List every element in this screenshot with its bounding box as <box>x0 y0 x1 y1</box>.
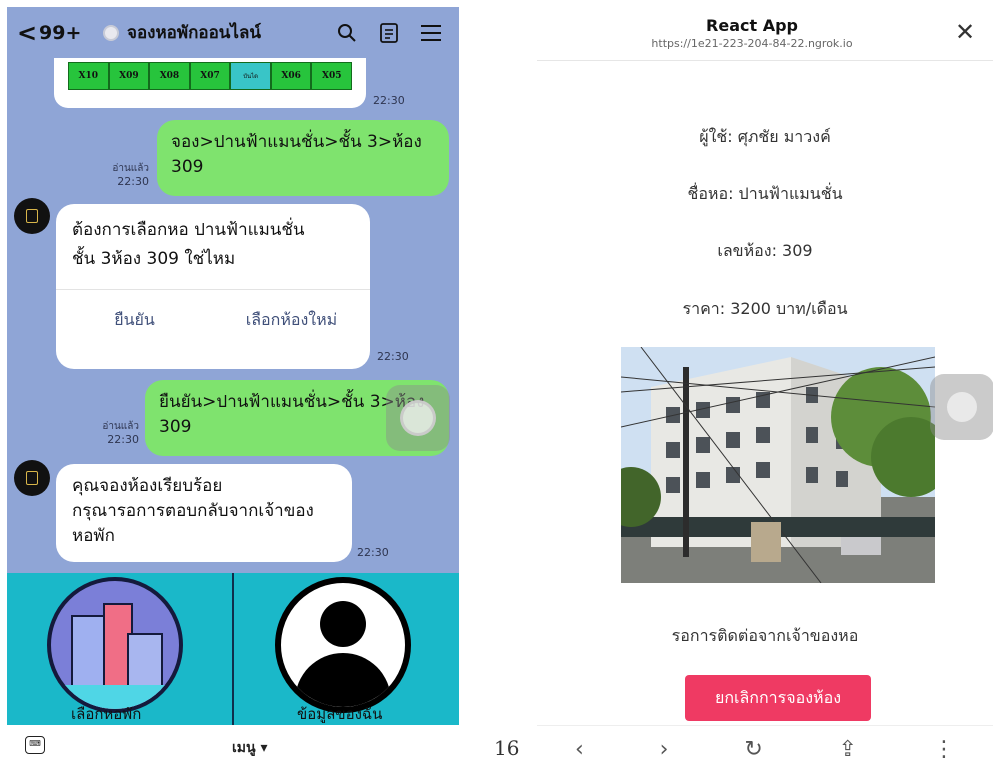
read-label: อ่านแล้ว <box>102 421 139 432</box>
message-text: จอง>ปานฟ้าแมนชั่น>ชั้น 3>ห้อง <box>171 132 422 152</box>
menu-toggle[interactable]: เมนู ▾ <box>232 737 268 759</box>
read-receipt: อ่านแล้ว 22:30 <box>91 420 139 446</box>
chat-messages: X10 X09 X08 X07 บันได X06 X05 22:30 อ่าน… <box>7 58 459 573</box>
bot-message-bubble[interactable]: คุณจองห้องเรียบร้อย กรุณารอการตอบกลับจาก… <box>56 464 352 562</box>
keyboard-icon[interactable]: ⌨ <box>25 736 45 754</box>
more-options-icon[interactable]: ⋮ <box>933 737 955 762</box>
seat-map-row: X10 X09 X08 X07 บันได X06 X05 <box>68 62 353 90</box>
back-icon[interactable]: ‹ <box>575 737 584 762</box>
confirm-line: ต้องการเลือกหอ ปานฟ้าแมนชั่น <box>72 220 305 240</box>
line-chat-window: < 99+ จองหอพักออนไลน์ X10 X09 X08 X07 บั… <box>7 7 459 765</box>
search-icon[interactable] <box>329 18 365 48</box>
bot-avatar[interactable] <box>14 460 50 496</box>
assistive-touch-button[interactable] <box>386 385 450 451</box>
close-icon[interactable]: ✕ <box>955 18 975 46</box>
seat-cell: X06 <box>270 62 312 90</box>
choose-dorm-label[interactable]: เลือกหอพัก <box>71 702 141 726</box>
confirm-button[interactable]: ยืนยัน <box>56 308 213 333</box>
chat-header: < 99+ จองหอพักออนไลน์ <box>7 7 459 58</box>
message-time: 22:30 <box>107 433 139 446</box>
back-chevron-icon[interactable]: < <box>17 19 37 47</box>
rich-menu-divider <box>232 573 234 725</box>
message-time: 22:30 <box>357 546 389 559</box>
seat-map-image-message[interactable]: X10 X09 X08 X07 บันได X06 X05 <box>54 58 366 108</box>
price-line: ราคา: 3200 บาท/เดือน <box>682 299 848 318</box>
page-title: React App <box>706 16 798 35</box>
read-label: อ่านแล้ว <box>112 163 149 174</box>
page-url: https://1e21-223-204-84-22.ngrok.io <box>651 37 853 50</box>
message-time: 22:30 <box>377 350 409 363</box>
screenshot-stage: < 99+ จองหอพักออนไลน์ X10 X09 X08 X07 บั… <box>0 0 993 772</box>
dorm-building-photo <box>621 347 935 583</box>
hamburger-menu-icon[interactable] <box>413 18 449 48</box>
user-name-line: ผู้ใช้: ศุภชัย มาวงค์ <box>699 127 831 146</box>
share-icon[interactable]: ⇪ <box>839 737 857 762</box>
confirm-line: ชั้น 3ห้อง 309 ใช่ไหม <box>72 249 236 269</box>
message-text: คุณจองห้องเรียบร้อย <box>72 476 223 496</box>
read-receipt: อ่านแล้ว 22:30 <box>105 162 149 188</box>
seat-cell: X10 <box>68 62 109 90</box>
cancel-booking-button[interactable]: ยกเลิกการจองห้อง <box>685 675 871 721</box>
browser-toolbar: ‹ › ↻ ⇪ ⋮ <box>537 725 993 772</box>
divider <box>56 289 370 290</box>
seat-cell: X09 <box>108 62 150 90</box>
page-number: 16 <box>494 736 520 760</box>
forward-icon[interactable]: › <box>660 737 669 762</box>
seat-cell: X07 <box>189 62 231 90</box>
confirm-card: ต้องการเลือกหอ ปานฟ้าแมนชั่น ชั้น 3ห้อง … <box>56 204 370 369</box>
user-profile-icon[interactable] <box>275 577 411 713</box>
unread-count: 99+ <box>39 21 82 44</box>
message-text: กรุณารอการตอบกลับจากเจ้าของ <box>72 501 314 521</box>
assistive-touch-button[interactable] <box>930 374 993 440</box>
chat-footer: ⌨ เมนู ▾ <box>7 725 459 765</box>
room-number-line: เลขห้อง: 309 <box>717 241 813 260</box>
stair-cell: บันได <box>230 62 271 90</box>
message-text: 309 <box>171 157 204 177</box>
notes-icon[interactable] <box>371 18 407 48</box>
message-time: 22:30 <box>117 175 149 188</box>
user-message-bubble[interactable]: จอง>ปานฟ้าแมนชั่น>ชั้น 3>ห้อง 309 <box>157 120 449 196</box>
seat-cell: X08 <box>149 62 190 90</box>
booking-status: รอการติดต่อจากเจ้าของหอ <box>671 626 859 645</box>
browser-header: React App https://1e21-223-204-84-22.ngr… <box>537 7 993 61</box>
seat-cell: X05 <box>311 62 353 90</box>
confirm-text: ต้องการเลือกหอ ปานฟ้าแมนชั่น ชั้น 3ห้อง … <box>56 204 370 274</box>
official-shield-icon <box>103 24 119 41</box>
rich-menu: เลือกหอพัก ข้อมูลของฉัน <box>7 573 459 725</box>
message-time: 22:30 <box>373 94 405 107</box>
my-info-label[interactable]: ข้อมูลของฉัน <box>297 702 382 726</box>
reload-icon[interactable]: ↻ <box>744 737 762 762</box>
choose-new-room-button[interactable]: เลือกห้องใหม่ <box>213 308 370 333</box>
building-icon[interactable] <box>47 577 183 713</box>
dorm-name-line: ชื่อหอ: ปานฟ้าแมนชั่น <box>687 184 843 203</box>
chat-title: จองหอพักออนไลน์ <box>127 23 262 43</box>
confirm-actions: ยืนยัน เลือกห้องใหม่ <box>56 308 370 333</box>
message-text: หอพัก <box>72 526 115 546</box>
react-app-browser: React App https://1e21-223-204-84-22.ngr… <box>537 7 993 772</box>
bot-avatar[interactable] <box>14 198 50 234</box>
